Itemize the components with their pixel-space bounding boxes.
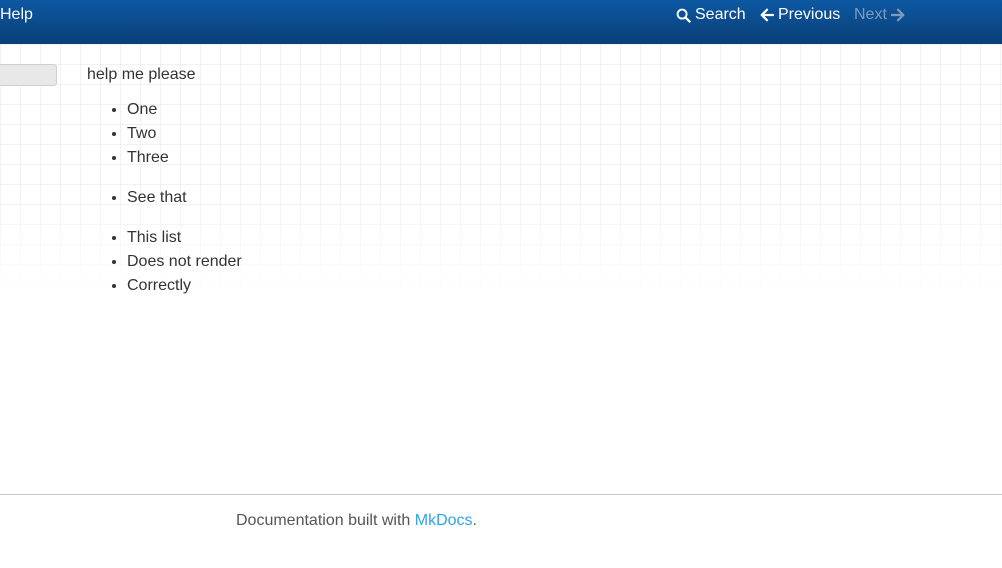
site-title-link[interactable]: Help [0,6,33,24]
list-item: Three [127,146,242,170]
list-item: Does not render [127,250,242,274]
list-item: One [127,98,242,122]
search-icon [676,8,691,23]
top-navbar: Help Search Previous Next [0,0,1002,44]
list-item: See that [127,186,242,210]
list-item: This list [127,226,242,250]
sidebar-toc-button[interactable] [0,64,57,86]
previous-page-link[interactable]: Previous [760,6,840,24]
arrow-right-icon [890,8,905,22]
mkdocs-link[interactable]: MkDocs [415,512,473,529]
bullet-list-1: One Two Three [87,98,242,170]
intro-paragraph: help me please [87,66,196,83]
footer-divider [0,494,1002,495]
search-label: Search [695,6,746,23]
bullet-list-2: See that [87,186,242,210]
next-page-link[interactable]: Next [854,6,905,24]
list-item: Two [127,122,242,146]
footer-suffix: . [472,512,477,529]
next-label: Next [854,6,887,23]
footer: Documentation built with MkDocs. [236,512,477,530]
previous-label: Previous [778,6,841,23]
arrow-left-icon [760,8,774,22]
main-content: help me please One Two Three See that Th… [87,64,242,314]
bullet-list-3: This list Does not render Correctly [87,226,242,298]
footer-text: Documentation built with [236,512,415,529]
search-link[interactable]: Search [676,6,746,24]
list-item: Correctly [127,274,242,298]
